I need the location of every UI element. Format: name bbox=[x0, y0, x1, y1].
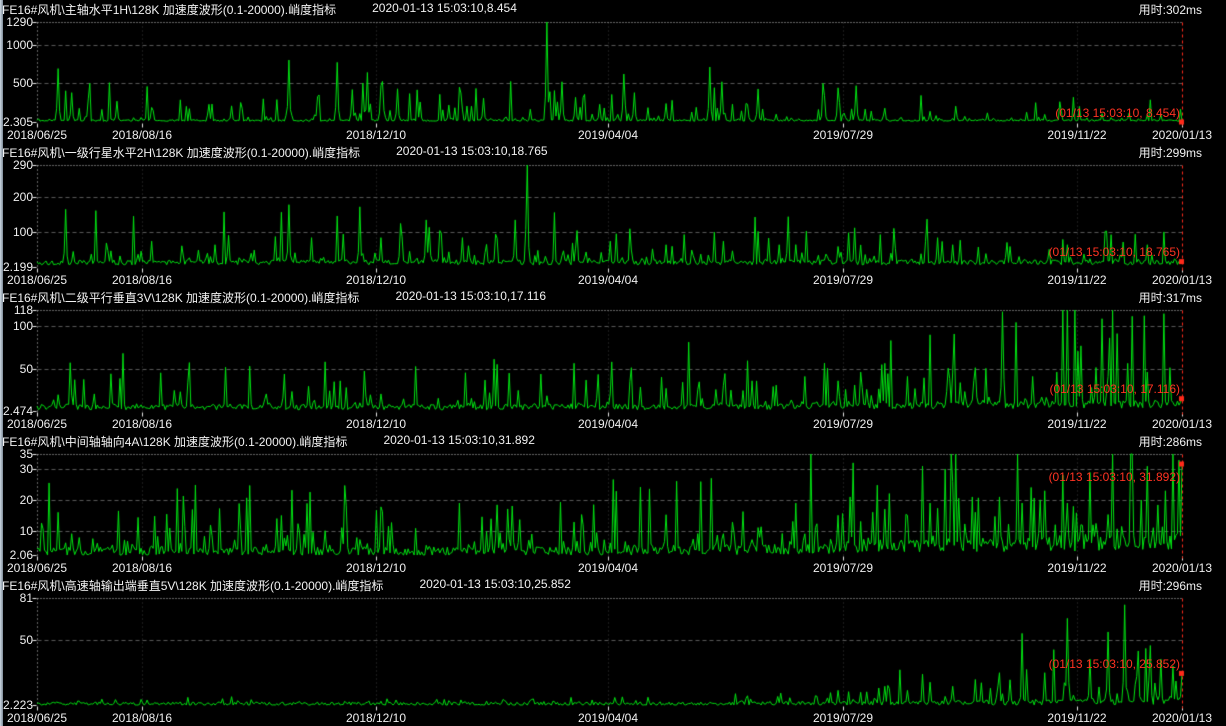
x-axis-date-label: 2019/11/22 bbox=[1044, 711, 1110, 725]
chart-timestamp: 2020-01-13 15:03:10,8.454 bbox=[372, 1, 517, 17]
x-axis-date-label: 2019/07/29 bbox=[810, 561, 876, 575]
cursor-value-annotation: (01/13 15:03:10, 18.765) bbox=[1000, 245, 1180, 259]
chart-title: FE16#风机\高速轴输出端垂直5V\128K 加速度波形(0.1-20000)… bbox=[2, 577, 383, 593]
x-axis-date-label: 2020/01/13 bbox=[1149, 128, 1215, 142]
x-axis-date-label: 2020/01/13 bbox=[1149, 417, 1215, 431]
elapsed-time-label: 用时:299ms bbox=[1139, 144, 1202, 161]
y-axis-tick-label: 50 bbox=[0, 362, 33, 376]
y-axis-tick-label: 500 bbox=[0, 76, 33, 90]
chart-panel-5: FE16#风机\高速轴输出端垂直5V\128K 加速度波形(0.1-20000)… bbox=[0, 576, 1226, 726]
elapsed-time-label: 用时:302ms bbox=[1139, 1, 1202, 18]
x-axis-date-label: 2019/11/22 bbox=[1044, 417, 1110, 431]
x-axis-date-label: 2018/08/16 bbox=[109, 273, 175, 287]
monitor-app-window: FE16#风机\主轴水平1H\128K 加速度波形(0.1-20000).峭度指… bbox=[0, 0, 1226, 726]
x-axis-date-label: 2018/08/16 bbox=[109, 561, 175, 575]
chart-timestamp: 2020-01-13 15:03:10,25.852 bbox=[419, 577, 570, 593]
y-axis-tick-label: 50 bbox=[0, 633, 33, 647]
chart-timestamp: 2020-01-13 15:03:10,17.116 bbox=[395, 289, 546, 305]
y-axis-tick-label: 100 bbox=[0, 319, 33, 333]
y-axis-tick-label: 81 bbox=[0, 591, 33, 605]
x-axis-date-label: 2018/06/25 bbox=[4, 417, 70, 431]
chart-title: FE16#风机\中间轴轴向4A\128K 加速度波形(0.1-20000).峭度… bbox=[2, 433, 347, 449]
chart-panel-1: FE16#风机\主轴水平1H\128K 加速度波形(0.1-20000).峭度指… bbox=[0, 0, 1226, 143]
y-axis-tick-label: 1000 bbox=[0, 38, 33, 52]
x-axis-date-label: 2018/12/10 bbox=[343, 417, 409, 431]
x-axis-date-label: 2018/06/25 bbox=[4, 273, 70, 287]
chart-header: FE16#风机\一级行星水平2H\128K 加速度波形(0.1-20000).峭… bbox=[2, 144, 1226, 160]
x-axis-date-label: 2020/01/13 bbox=[1149, 561, 1215, 575]
x-axis-date-label: 2019/07/29 bbox=[810, 417, 876, 431]
x-axis-date-label: 2019/11/22 bbox=[1044, 273, 1110, 287]
x-axis-date-label: 2018/12/10 bbox=[343, 561, 409, 575]
x-axis-date-label: 2018/08/16 bbox=[109, 711, 175, 725]
x-axis-date-label: 2019/07/29 bbox=[810, 711, 876, 725]
trend-plot-canvas-2[interactable] bbox=[0, 143, 1226, 288]
trend-plot-canvas-3[interactable] bbox=[0, 288, 1226, 432]
x-axis-date-label: 2019/07/29 bbox=[810, 128, 876, 142]
y-axis-tick-label: 30 bbox=[0, 462, 33, 476]
cursor-value-annotation: (01/13 15:03:10, 25.852) bbox=[1000, 657, 1180, 671]
y-axis-tick-label: 2.06 bbox=[0, 548, 33, 562]
chart-panel-4: FE16#风机\中间轴轴向4A\128K 加速度波形(0.1-20000).峭度… bbox=[0, 432, 1226, 576]
chart-timestamp: 2020-01-13 15:03:10,18.765 bbox=[396, 144, 547, 160]
chart-title: FE16#风机\一级行星水平2H\128K 加速度波形(0.1-20000).峭… bbox=[2, 144, 360, 160]
window-edge-strip bbox=[0, 0, 3, 726]
chart-panel-3: FE16#风机\二级平行垂直3V\128K 加速度波形(0.1-20000).峭… bbox=[0, 288, 1226, 432]
y-axis-tick-label: 2.474 bbox=[0, 404, 33, 418]
x-axis-date-label: 2019/11/22 bbox=[1044, 561, 1110, 575]
chart-title: FE16#风机\二级平行垂直3V\128K 加速度波形(0.1-20000).峭… bbox=[2, 289, 359, 305]
y-axis-tick-label: 10 bbox=[0, 524, 33, 538]
chart-title: FE16#风机\主轴水平1H\128K 加速度波形(0.1-20000).峭度指… bbox=[2, 1, 336, 17]
x-axis-date-label: 2018/12/10 bbox=[343, 711, 409, 725]
x-axis-date-label: 2018/06/25 bbox=[4, 128, 70, 142]
elapsed-time-label: 用时:286ms bbox=[1139, 433, 1202, 450]
elapsed-time-label: 用时:296ms bbox=[1139, 577, 1202, 594]
chart-panel-2: FE16#风机\一级行星水平2H\128K 加速度波形(0.1-20000).峭… bbox=[0, 143, 1226, 288]
trend-plot-canvas-4[interactable] bbox=[0, 432, 1226, 576]
y-axis-tick-label: 2.199 bbox=[0, 260, 33, 274]
x-axis-date-label: 2019/04/04 bbox=[575, 128, 641, 142]
y-axis-tick-label: 1290 bbox=[0, 15, 33, 29]
y-axis-tick-label: 20 bbox=[0, 493, 33, 507]
chart-header: FE16#风机\主轴水平1H\128K 加速度波形(0.1-20000).峭度指… bbox=[2, 1, 1226, 17]
y-axis-tick-label: 100 bbox=[0, 225, 33, 239]
y-axis-tick-label: 118 bbox=[0, 303, 33, 317]
y-axis-tick-label: 290 bbox=[0, 158, 33, 172]
x-axis-date-label: 2018/06/25 bbox=[4, 711, 70, 725]
y-axis-tick-label: 35 bbox=[0, 447, 33, 461]
trend-plot-canvas-1[interactable] bbox=[0, 0, 1226, 143]
cursor-value-annotation: (01/13 15:03:10, 8.454) bbox=[1000, 106, 1180, 120]
chart-timestamp: 2020-01-13 15:03:10,31.892 bbox=[383, 433, 534, 449]
x-axis-date-label: 2019/07/29 bbox=[810, 273, 876, 287]
chart-header: FE16#风机\高速轴输出端垂直5V\128K 加速度波形(0.1-20000)… bbox=[2, 577, 1226, 593]
trend-plot-canvas-5[interactable] bbox=[0, 576, 1226, 726]
x-axis-date-label: 2018/06/25 bbox=[4, 561, 70, 575]
y-axis-tick-label: 2.305 bbox=[0, 115, 33, 129]
x-axis-date-label: 2020/01/13 bbox=[1149, 711, 1215, 725]
x-axis-date-label: 2018/08/16 bbox=[109, 128, 175, 142]
x-axis-date-label: 2018/12/10 bbox=[343, 128, 409, 142]
x-axis-date-label: 2018/08/16 bbox=[109, 417, 175, 431]
x-axis-date-label: 2019/04/04 bbox=[575, 561, 641, 575]
x-axis-date-label: 2019/11/22 bbox=[1044, 128, 1110, 142]
x-axis-date-label: 2018/12/10 bbox=[343, 273, 409, 287]
x-axis-date-label: 2019/04/04 bbox=[575, 273, 641, 287]
elapsed-time-label: 用时:317ms bbox=[1139, 289, 1202, 306]
x-axis-date-label: 2019/04/04 bbox=[575, 711, 641, 725]
y-axis-tick-label: 2.223 bbox=[0, 698, 33, 712]
y-axis-tick-label: 200 bbox=[0, 190, 33, 204]
cursor-value-annotation: (01/13 15:03:10, 31.892) bbox=[1000, 470, 1180, 484]
chart-header: FE16#风机\中间轴轴向4A\128K 加速度波形(0.1-20000).峭度… bbox=[2, 433, 1226, 449]
chart-header: FE16#风机\二级平行垂直3V\128K 加速度波形(0.1-20000).峭… bbox=[2, 289, 1226, 305]
x-axis-date-label: 2019/04/04 bbox=[575, 417, 641, 431]
cursor-value-annotation: (01/13 15:03:10, 17.116) bbox=[1000, 382, 1180, 396]
x-axis-date-label: 2020/01/13 bbox=[1149, 273, 1215, 287]
